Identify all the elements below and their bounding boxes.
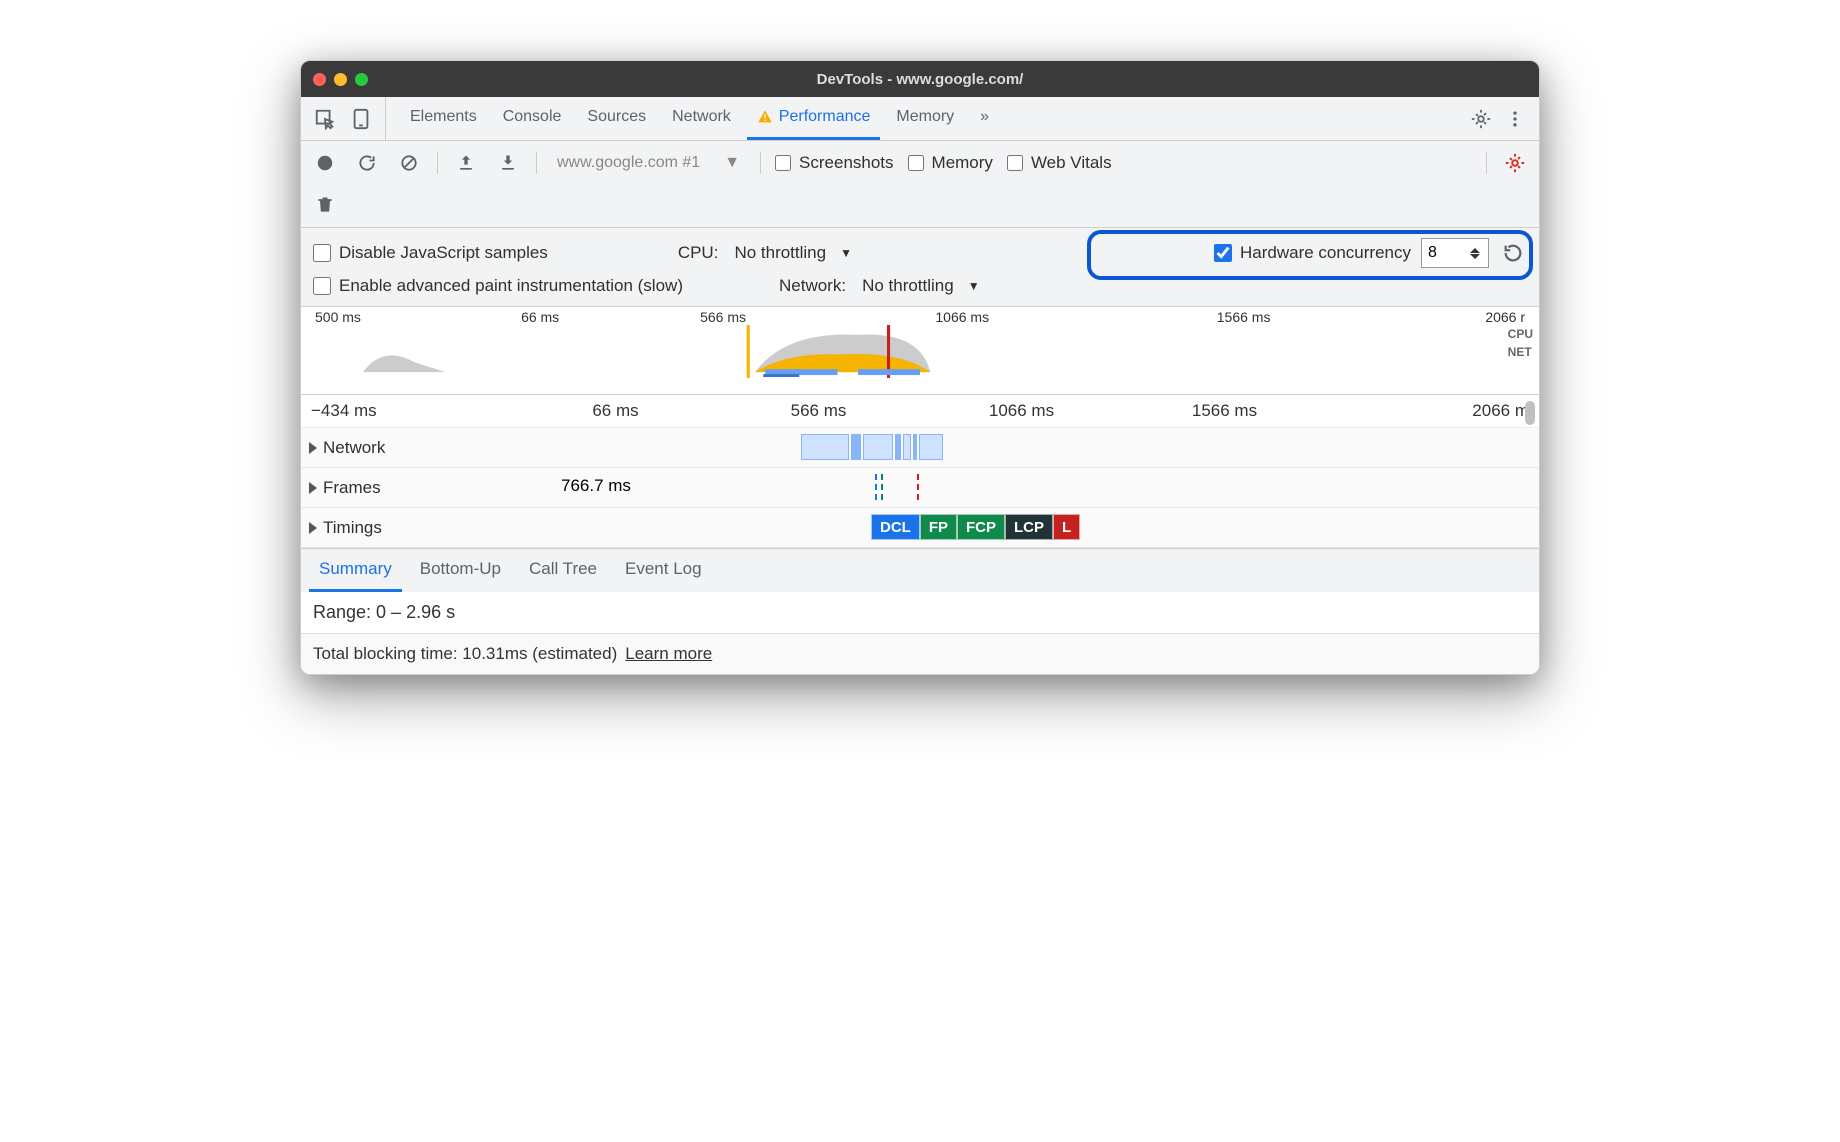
upload-profile-icon[interactable] bbox=[452, 149, 480, 177]
timing-badge-dcl[interactable]: DCL bbox=[871, 514, 920, 540]
divider bbox=[760, 152, 761, 174]
devtools-window: DevTools - www.google.com/ Elements Cons… bbox=[300, 60, 1540, 675]
disable-js-samples-checkbox[interactable]: Disable JavaScript samples bbox=[313, 243, 548, 263]
recording-select[interactable]: www.google.com #1 ▼ bbox=[551, 152, 746, 174]
memory-checkbox[interactable]: Memory bbox=[908, 153, 993, 173]
dtab-summary[interactable]: Summary bbox=[309, 549, 402, 592]
dtab-call-tree[interactable]: Call Tree bbox=[519, 549, 607, 592]
panel-tabs: Elements Console Sources Network Perform… bbox=[400, 97, 999, 140]
timeline-overview[interactable]: 500 ms 66 ms 566 ms 1066 ms 1566 ms 2066… bbox=[301, 307, 1539, 395]
capture-settings-row1: Disable JavaScript samples CPU: No throt… bbox=[301, 228, 1539, 272]
track-network[interactable]: Network bbox=[301, 428, 1539, 468]
hardware-concurrency-input[interactable]: 8 bbox=[1421, 238, 1489, 268]
performance-toolbar: www.google.com #1 ▼ Screenshots Memory W… bbox=[301, 141, 1539, 228]
divider bbox=[536, 152, 537, 174]
divider bbox=[1486, 152, 1487, 174]
timing-badge-l[interactable]: L bbox=[1053, 514, 1080, 540]
expand-icon[interactable] bbox=[309, 482, 317, 494]
record-button[interactable] bbox=[311, 149, 339, 177]
expand-icon[interactable] bbox=[309, 442, 317, 454]
settings-gear-icon[interactable] bbox=[1467, 105, 1495, 133]
dtab-event-log[interactable]: Event Log bbox=[615, 549, 712, 592]
tab-performance[interactable]: Performance bbox=[747, 97, 881, 140]
reload-record-button[interactable] bbox=[353, 149, 381, 177]
detail-tabs: Summary Bottom-Up Call Tree Event Log bbox=[301, 548, 1539, 592]
capture-settings-row2: Enable advanced paint instrumentation (s… bbox=[301, 272, 1539, 307]
recording-select-value: www.google.com #1 bbox=[557, 154, 700, 172]
learn-more-link[interactable]: Learn more bbox=[625, 644, 712, 664]
titlebar[interactable]: DevTools - www.google.com/ bbox=[301, 61, 1539, 97]
chevron-down-icon: ▼ bbox=[968, 279, 980, 293]
track-frames[interactable]: Frames 766.7 ms bbox=[301, 468, 1539, 508]
trash-icon[interactable] bbox=[311, 191, 339, 219]
main-tabbar: Elements Console Sources Network Perform… bbox=[301, 97, 1539, 141]
timing-badge-fp[interactable]: FP bbox=[920, 514, 957, 540]
flame-ticks: −434 ms 66 ms 566 ms 1066 ms 1566 ms 206… bbox=[301, 395, 1539, 428]
summary-tbt: Total blocking time: 10.31ms (estimated)… bbox=[301, 634, 1539, 674]
reset-concurrency-icon[interactable] bbox=[1499, 239, 1527, 267]
timing-badge-lcp[interactable]: LCP bbox=[1005, 514, 1053, 540]
more-menu-icon[interactable] bbox=[1501, 105, 1529, 133]
chevron-down-icon: ▼ bbox=[840, 246, 852, 260]
inspect-element-icon[interactable] bbox=[311, 105, 339, 133]
flame-chart[interactable]: −434 ms 66 ms 566 ms 1066 ms 1566 ms 206… bbox=[301, 395, 1539, 548]
screenshots-checkbox[interactable]: Screenshots bbox=[775, 153, 894, 173]
cpu-throttle-select[interactable]: No throttling ▼ bbox=[734, 243, 852, 263]
hardware-concurrency-checkbox[interactable]: Hardware concurrency bbox=[1214, 243, 1411, 263]
network-label: Network: bbox=[779, 276, 846, 296]
tab-elements[interactable]: Elements bbox=[400, 97, 487, 140]
summary-range: Range: 0 – 2.96 s bbox=[301, 592, 1539, 634]
device-toolbar-icon[interactable] bbox=[347, 105, 375, 133]
overview-ticks: 500 ms 66 ms 566 ms 1066 ms 1566 ms 2066… bbox=[301, 307, 1539, 327]
expand-icon[interactable] bbox=[309, 522, 317, 534]
advanced-paint-checkbox[interactable]: Enable advanced paint instrumentation (s… bbox=[313, 276, 683, 296]
frame-duration: 766.7 ms bbox=[561, 476, 631, 496]
tab-sources[interactable]: Sources bbox=[577, 97, 656, 140]
tab-network[interactable]: Network bbox=[662, 97, 741, 140]
network-throttle-select[interactable]: No throttling ▼ bbox=[862, 276, 980, 296]
scrollbar-thumb[interactable] bbox=[1525, 401, 1535, 425]
overview-graph bbox=[301, 325, 1539, 378]
clear-icon[interactable] bbox=[395, 149, 423, 177]
dtab-bottom-up[interactable]: Bottom-Up bbox=[410, 549, 511, 592]
window-title: DevTools - www.google.com/ bbox=[301, 71, 1539, 88]
stepper-icon[interactable] bbox=[1470, 248, 1482, 259]
cpu-label: CPU: bbox=[678, 243, 719, 263]
tab-console[interactable]: Console bbox=[493, 97, 572, 140]
timing-badge-fcp[interactable]: FCP bbox=[957, 514, 1005, 540]
download-profile-icon[interactable] bbox=[494, 149, 522, 177]
chevron-down-icon: ▼ bbox=[724, 154, 740, 172]
capture-settings-gear-icon[interactable] bbox=[1501, 149, 1529, 177]
warning-icon bbox=[757, 109, 773, 125]
tabs-more[interactable]: » bbox=[970, 97, 999, 140]
tab-memory[interactable]: Memory bbox=[886, 97, 964, 140]
webvitals-checkbox[interactable]: Web Vitals bbox=[1007, 153, 1112, 173]
divider bbox=[437, 152, 438, 174]
track-timings[interactable]: Timings DCL FP FCP LCP L bbox=[301, 508, 1539, 548]
